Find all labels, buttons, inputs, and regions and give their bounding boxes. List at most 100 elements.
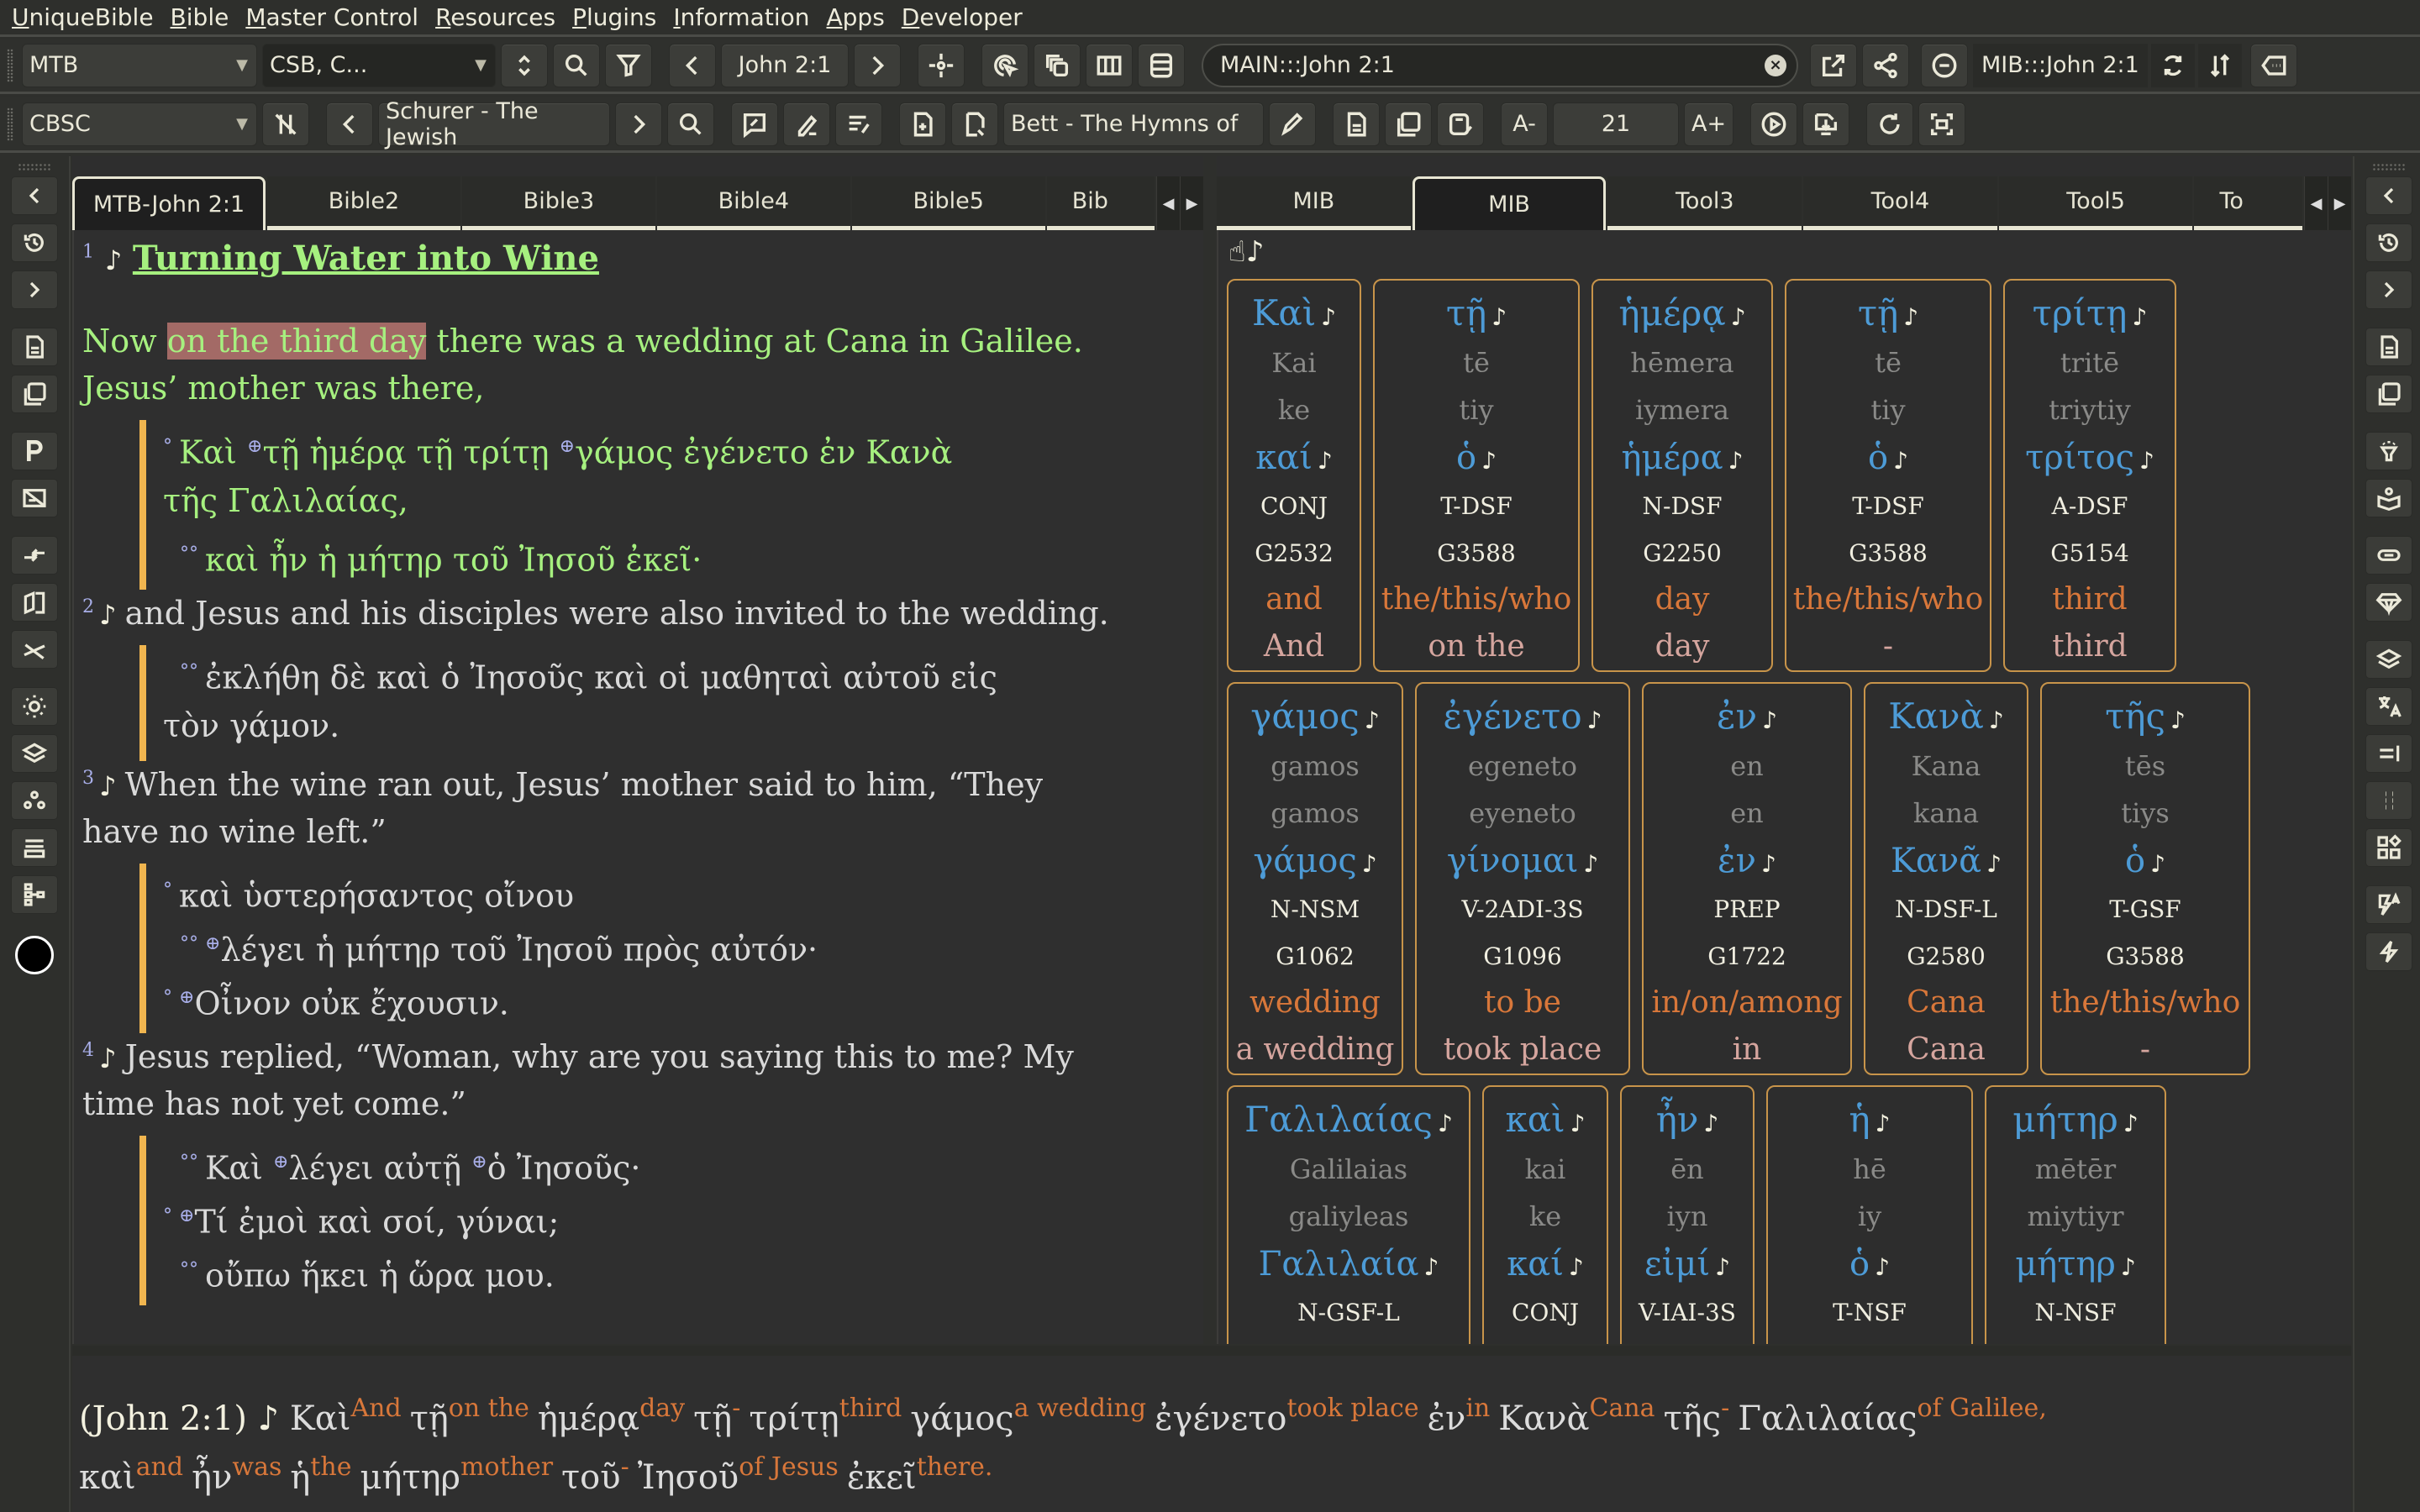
greek-line[interactable]: ° ⊕Τί ἐμοὶ καὶ σοί, γύναι;	[146, 1189, 641, 1243]
word-greek[interactable]: ἐγένετο ♪	[1417, 690, 1628, 743]
book-split-button[interactable]	[11, 583, 58, 622]
back-button[interactable]	[2365, 176, 2412, 215]
menu-bible[interactable]: Bible	[171, 3, 229, 31]
fullscreen-button[interactable]	[1918, 102, 1966, 146]
verse-text-line[interactable]: 2 ♪ and Jesus and his disciples were also…	[82, 595, 1109, 632]
parallel-button[interactable]	[11, 432, 58, 470]
tab-bible2[interactable]: Bible2	[267, 176, 460, 230]
audio-note-icon[interactable]: ♪	[105, 244, 122, 276]
highlighted-text[interactable]: on the third day	[166, 323, 427, 360]
audio-note-icon[interactable]: ♪	[1246, 235, 1265, 269]
audio-note-icon[interactable]: ♪	[1986, 850, 2002, 878]
audio-note-icon[interactable]: ♪	[1761, 850, 1776, 878]
word-greek[interactable]: ἡ ♪	[1768, 1094, 1971, 1146]
verse-reference[interactable]: (John 2:1)	[79, 1399, 258, 1438]
layers-button[interactable]	[2365, 640, 2412, 679]
greek-word[interactable]: ἡ	[290, 1458, 310, 1497]
sort-button[interactable]	[2197, 43, 2242, 87]
word-strongs[interactable]: G2250	[1593, 531, 1771, 576]
word-card[interactable]: ἐν ♪ en en ἐν ♪ PREP G1722 in/on/among in	[1642, 682, 1852, 1075]
greek-line[interactable]: ° Καὶ ⊕τῇ ἡμέρᾳ τῇ τρίτῃ ⊕γάμος ἐγένετο ἐ…	[146, 420, 952, 474]
lamp-button[interactable]	[2365, 432, 2412, 470]
widgets-button[interactable]	[2365, 828, 2412, 867]
sync-button[interactable]	[918, 43, 965, 87]
align-button[interactable]	[2365, 734, 2412, 773]
clear-icon[interactable]: ×	[1765, 54, 1786, 76]
play-button[interactable]	[1750, 102, 1798, 146]
audio-note-icon[interactable]: ♪	[2123, 1110, 2139, 1137]
audio-note-icon[interactable]: ♪	[1731, 303, 1746, 331]
word-strongs[interactable]: G3588	[1375, 531, 1578, 576]
notes-button[interactable]	[731, 102, 778, 146]
audio-note-icon[interactable]: ♪	[2150, 850, 2165, 878]
font-increase-button[interactable]: A+	[1684, 102, 1734, 146]
sidebar-grip[interactable]	[2372, 163, 2406, 171]
word-strongs[interactable]: G2580	[1865, 934, 2027, 979]
nodes-button[interactable]	[11, 781, 58, 820]
layers-button[interactable]	[11, 734, 58, 773]
translate-button[interactable]	[2365, 687, 2412, 726]
greek-word[interactable]: τῇ	[693, 1399, 732, 1438]
history-button[interactable]	[11, 223, 58, 262]
word-card[interactable]: Καὶ ♪ Kai ke καί ♪ CONJ G2532 and And	[1227, 279, 1361, 672]
verse-number[interactable]: 4	[82, 1040, 94, 1061]
word-card[interactable]: τῆς ♪ tēs tiys ὁ ♪ T-GSF G3588 the/this/who -	[2040, 682, 2250, 1075]
word-greek[interactable]: τῇ ♪	[1375, 287, 1578, 339]
greek-word[interactable]: Καὶ	[290, 1399, 351, 1438]
word-lexeme[interactable]: εἰμί ♪	[1622, 1240, 1753, 1289]
menu-uniquebible[interactable]: UniqueBible	[12, 3, 154, 31]
list-button[interactable]	[11, 828, 58, 867]
format-button[interactable]	[835, 102, 882, 146]
word-strongs[interactable]: G3588	[1786, 531, 1990, 576]
menu-apps[interactable]: Apps	[826, 3, 884, 31]
greek-line[interactable]: ° ⊕Οἶνον οὐκ ἔχουσιν.	[146, 971, 818, 1025]
word-card[interactable]: γάμος ♪ gamos gamos γάμος ♪ N-NSM G1062 wedding a…	[1227, 682, 1403, 1075]
audio-note-icon[interactable]: ♪	[2121, 1253, 2136, 1281]
word-lexeme[interactable]: ὁ ♪	[1786, 433, 1990, 482]
audio-note-icon[interactable]: ♪	[258, 1399, 290, 1438]
next-book-button[interactable]	[615, 102, 662, 146]
history-button[interactable]	[2365, 223, 2412, 262]
click-target-button[interactable]	[981, 43, 1028, 87]
open-file-button[interactable]	[951, 102, 998, 146]
audio-note-icon[interactable]: ♪	[1762, 706, 1777, 734]
word-card[interactable]: μήτηρ ♪ mētēr miytiyr μήτηρ ♪ N-NSF	[1985, 1085, 2166, 1344]
refresh-button[interactable]	[2150, 43, 2195, 87]
word-card[interactable]: τῇ ♪ tē tiy ὁ ♪ T-DSF G3588 the/this/who -	[1785, 279, 1991, 672]
greek-line[interactable]: °° οὔπω ἥκει ἡ ὥρα μου.	[146, 1243, 641, 1297]
audio-note-icon[interactable]: ♪	[1321, 303, 1336, 331]
verse-number[interactable]: 2	[82, 596, 94, 617]
greek-word[interactable]: καὶ	[79, 1458, 136, 1497]
commentary-toggle-button[interactable]	[262, 102, 309, 146]
tab-to[interactable]: To	[2194, 176, 2303, 230]
flash-button[interactable]	[2365, 932, 2412, 971]
verse-text-line[interactable]: Now on the third day there was a wedding…	[82, 323, 1083, 360]
word-lexeme[interactable]: ὁ ♪	[1375, 433, 1578, 482]
share-button[interactable]	[1862, 43, 1909, 87]
highlight-button[interactable]	[783, 102, 830, 146]
record-icon[interactable]	[15, 936, 54, 974]
filter-button[interactable]	[605, 43, 652, 87]
verse-number[interactable]: 3	[82, 768, 94, 789]
next-chapter-button[interactable]	[854, 43, 901, 87]
word-lexeme[interactable]: τρίτος ♪	[2005, 433, 2175, 482]
greek-word[interactable]: ἐκεῖ	[847, 1458, 917, 1497]
word-greek[interactable]: ἡμέρᾳ ♪	[1593, 287, 1771, 339]
document-button[interactable]	[1333, 102, 1380, 146]
toolbar-grip[interactable]	[7, 48, 13, 82]
greek-word[interactable]: τρίτῃ	[749, 1399, 839, 1438]
word-card[interactable]: τῇ ♪ tē tiy ὁ ♪ T-DSF G3588 the/this/who on the	[1373, 279, 1580, 672]
verse-number[interactable]: 1	[82, 242, 94, 263]
menu-plugins[interactable]: Plugins	[572, 3, 656, 31]
tab-scroll-right-icon[interactable]: ▶	[2328, 176, 2352, 230]
audio-note-icon[interactable]: ♪	[1362, 850, 1377, 878]
link-button[interactable]	[2365, 536, 2412, 575]
verse-text-line[interactable]: 4 ♪ Jesus replied, “Woman, why are you sa…	[82, 1038, 1074, 1075]
greek-word[interactable]: ἐγένετο	[1155, 1399, 1286, 1438]
commentary-select[interactable]: CBSC ▼	[22, 102, 257, 146]
menu-resources[interactable]: Resources	[435, 3, 555, 31]
greek-line[interactable]: °° ἐκλήθη δὲ καὶ ὁ Ἰησοῦς καὶ οἱ μαθηταὶ …	[146, 645, 997, 699]
tab-scroll-left-icon[interactable]: ◀	[2304, 176, 2328, 230]
greek-word[interactable]: τῆς	[1664, 1399, 1722, 1438]
new-file-button[interactable]	[899, 102, 946, 146]
